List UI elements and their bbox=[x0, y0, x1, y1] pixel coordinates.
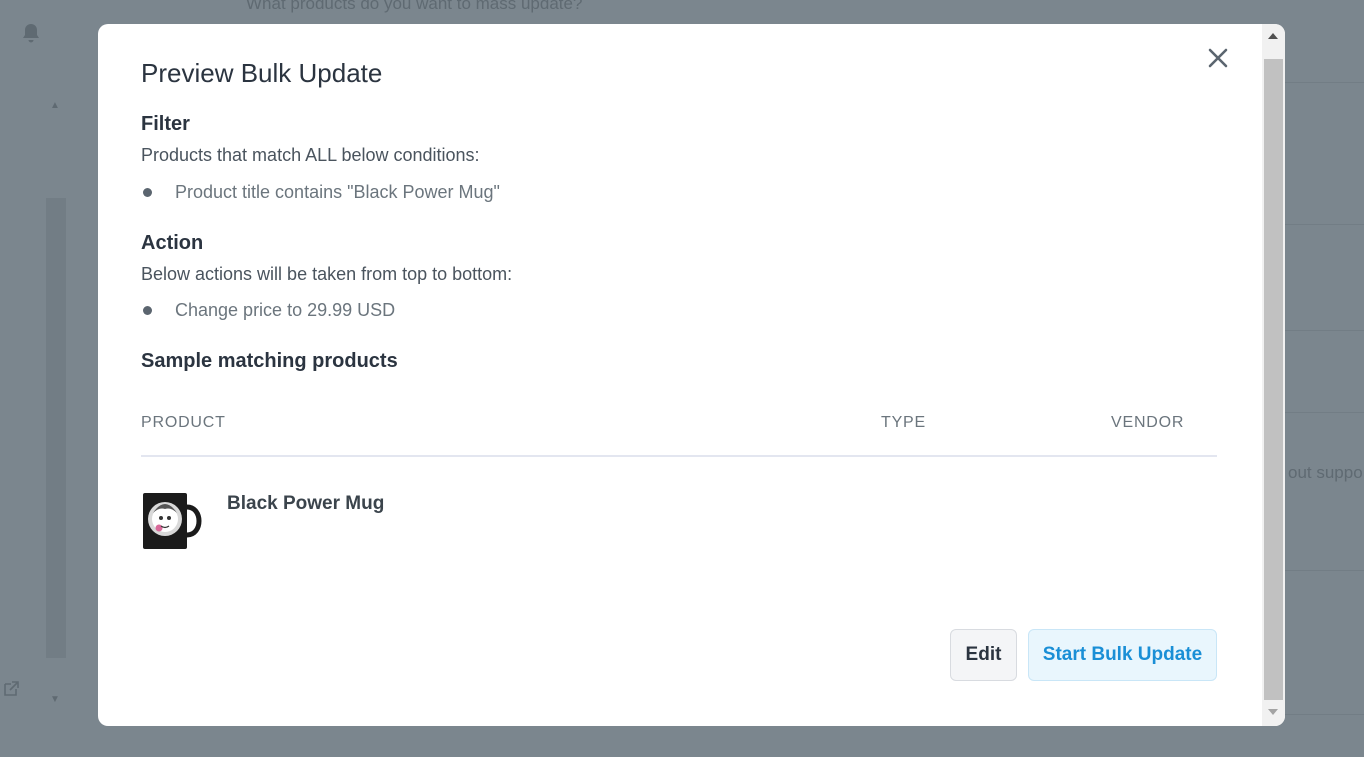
close-icon bbox=[1208, 48, 1228, 68]
external-link-icon bbox=[4, 681, 19, 696]
action-heading: Action bbox=[141, 232, 204, 254]
background-question: What products do you want to mass update… bbox=[246, 0, 583, 13]
table-row[interactable]: Black Power Mug bbox=[141, 489, 1217, 555]
start-bulk-update-button[interactable]: Start Bulk Update bbox=[1028, 629, 1217, 681]
filter-condition-text: Product title contains "Black Power Mug" bbox=[175, 182, 500, 202]
scroll-up-icon[interactable] bbox=[1268, 33, 1278, 39]
background-divider bbox=[1285, 330, 1364, 331]
modal-scrollbar[interactable] bbox=[1262, 24, 1285, 726]
background-divider bbox=[1285, 224, 1364, 225]
column-header-type[interactable]: TYPE bbox=[881, 414, 926, 432]
modal-title: Preview Bulk Update bbox=[141, 58, 383, 88]
background-scrollbar bbox=[46, 198, 66, 658]
bullet-icon bbox=[143, 306, 152, 315]
scroll-down-icon[interactable] bbox=[1268, 709, 1278, 715]
background-scroll-down-icon: ▼ bbox=[50, 694, 60, 705]
bell-icon bbox=[23, 24, 39, 43]
bullet-icon bbox=[143, 188, 152, 197]
filter-condition-item: Product title contains "Black Power Mug" bbox=[141, 182, 500, 203]
filter-description: Products that match ALL below conditions… bbox=[141, 145, 480, 165]
background-divider bbox=[1285, 412, 1364, 413]
mug-thumbnail bbox=[141, 489, 205, 553]
table-divider bbox=[141, 455, 1217, 457]
column-header-vendor[interactable]: VENDOR bbox=[1111, 414, 1184, 432]
background-divider bbox=[1285, 714, 1364, 715]
filter-heading: Filter bbox=[141, 113, 190, 135]
preview-bulk-update-modal: Preview Bulk Update Filter Products that… bbox=[98, 24, 1285, 726]
close-button[interactable] bbox=[1204, 44, 1232, 72]
background-divider bbox=[1285, 82, 1364, 83]
background-scroll-up-icon: ▲ bbox=[50, 100, 60, 111]
product-name[interactable]: Black Power Mug bbox=[227, 493, 384, 515]
action-description: Below actions will be taken from top to … bbox=[141, 264, 513, 284]
action-text: Change price to 29.99 USD bbox=[175, 300, 396, 320]
column-header-product[interactable]: PRODUCT bbox=[141, 414, 226, 432]
scrollbar-thumb[interactable] bbox=[1264, 59, 1283, 700]
background-divider bbox=[1285, 570, 1364, 571]
sample-products-heading: Sample matching products bbox=[141, 350, 398, 372]
background-right-text: out suppo bbox=[1288, 463, 1363, 482]
edit-button[interactable]: Edit bbox=[950, 629, 1017, 681]
action-item: Change price to 29.99 USD bbox=[141, 300, 395, 321]
